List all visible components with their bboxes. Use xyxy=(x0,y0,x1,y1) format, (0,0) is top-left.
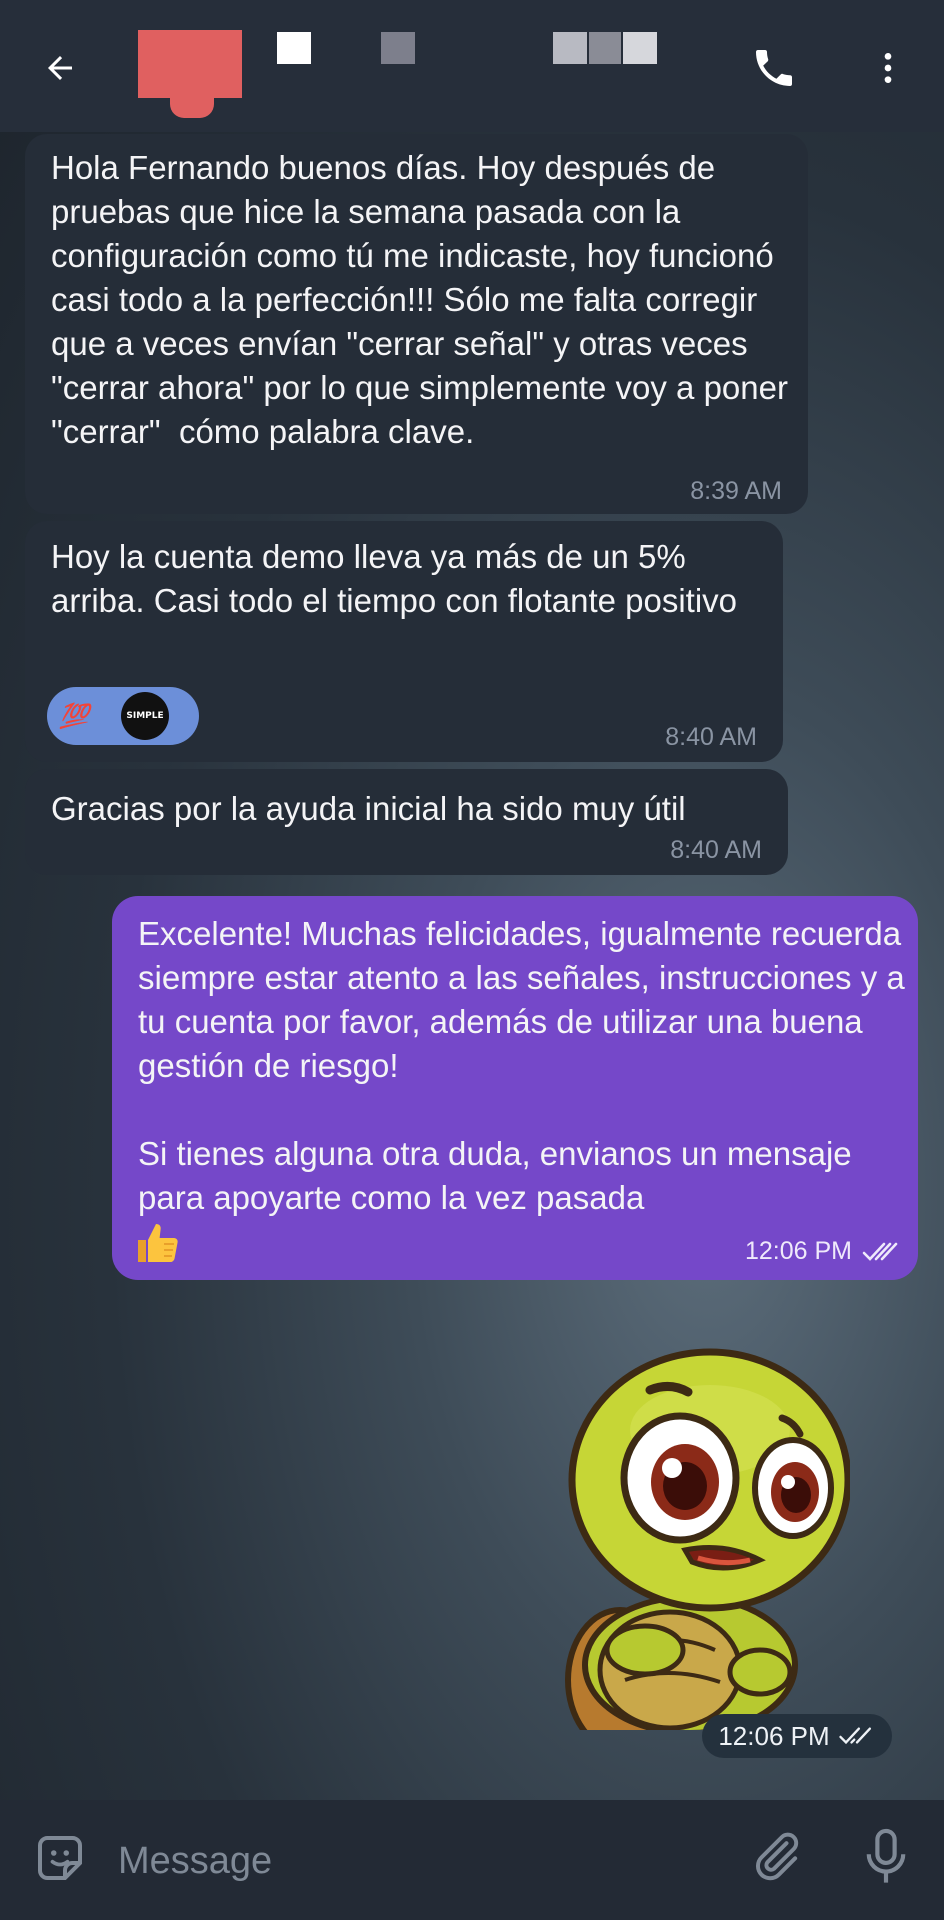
message-meta: 12:06 PM xyxy=(745,1237,902,1266)
phone-icon xyxy=(756,50,792,86)
message-time: 8:40 AM xyxy=(670,836,762,864)
attach-button[interactable] xyxy=(748,1828,812,1892)
message-time: 8:40 AM xyxy=(665,723,757,751)
message-input[interactable] xyxy=(116,1830,720,1892)
message-text: Excelente! Muchas felicidades, igualment… xyxy=(138,915,905,1216)
turtle-sticker[interactable] xyxy=(520,1330,852,1753)
message-time: 12:06 PM xyxy=(744,1237,852,1265)
more-vertical-icon xyxy=(884,53,892,83)
message-bubble-incoming[interactable]: Gracias por la ayuda inicial ha sido muy… xyxy=(25,769,788,875)
message-text: Gracias por la ayuda inicial ha sido muy… xyxy=(51,790,686,827)
message-text: Hola Fernando buenos días. Hoy después d… xyxy=(51,149,798,450)
paperclip-icon xyxy=(756,1832,799,1881)
double-check-icon xyxy=(862,1242,898,1261)
reaction-avatar: SIMPLE xyxy=(121,692,169,740)
reaction-chip[interactable]: 💯 SIMPLE xyxy=(47,687,199,745)
double-check-icon xyxy=(838,1727,871,1745)
sticker-meta: 12:06 PM xyxy=(702,1714,892,1758)
message-bubble-incoming[interactable]: Hola Fernando buenos días. Hoy después d… xyxy=(25,134,808,514)
message-time: 8:39 AM xyxy=(690,477,782,505)
sticker-smile-icon xyxy=(38,1836,82,1880)
message-text: Hoy la cuenta demo lleva ya más de un 5%… xyxy=(51,538,738,619)
thumbs-up-emoji xyxy=(134,1220,182,1272)
message-bubble-outgoing[interactable]: Excelente! Muchas felicidades, igualment… xyxy=(112,896,918,1280)
emoji-sticker-button[interactable] xyxy=(30,1828,94,1892)
microphone-button[interactable] xyxy=(856,1826,920,1894)
microphone-icon xyxy=(866,1828,906,1883)
message-bubble-incoming[interactable]: Hoy la cuenta demo lleva ya más de un 5%… xyxy=(25,521,783,762)
avatar-redaction xyxy=(170,96,214,118)
avatar[interactable] xyxy=(138,30,242,98)
back-button[interactable] xyxy=(28,36,92,100)
message-composer xyxy=(0,1800,944,1920)
chat-header xyxy=(0,0,944,132)
hundred-points-emoji: 💯 xyxy=(59,702,89,730)
message-time: 12:06 PM xyxy=(718,1720,830,1751)
call-button[interactable] xyxy=(742,36,806,100)
arrow-left-icon xyxy=(48,56,72,80)
more-options-button[interactable] xyxy=(856,36,920,100)
